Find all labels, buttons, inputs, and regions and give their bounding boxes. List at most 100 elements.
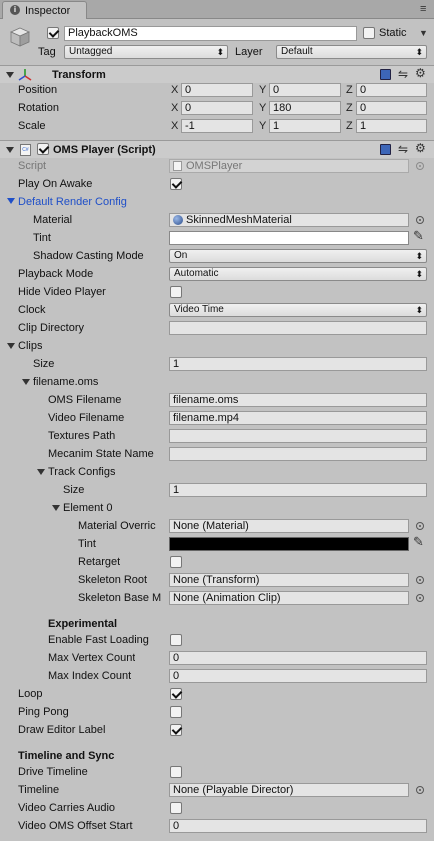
transform-header[interactable]: Transform ⇋ ⚙: [0, 65, 434, 83]
tag-dropdown[interactable]: Untagged ⬍: [64, 45, 228, 59]
draw-editor-checkbox[interactable]: [170, 724, 182, 736]
object-picker-icon[interactable]: [416, 576, 424, 584]
retarget-label: Retarget: [78, 556, 121, 568]
foldout-down-icon[interactable]: [6, 147, 14, 153]
rotation-x-field[interactable]: 0: [181, 101, 253, 115]
ping-pong-checkbox[interactable]: [170, 706, 182, 718]
layer-label: Layer: [235, 46, 263, 58]
rotation-y-field[interactable]: 180: [269, 101, 341, 115]
clips-size-field[interactable]: 1: [169, 357, 427, 371]
scale-z-field[interactable]: 1: [356, 119, 427, 133]
tint-color-field[interactable]: [169, 231, 409, 245]
max-vertex-field[interactable]: 0: [169, 651, 427, 665]
playback-mode-dropdown[interactable]: Automatic ⬍: [169, 267, 427, 281]
material-value: SkinnedMeshMaterial: [186, 214, 292, 226]
video-offset-label: Video OMS Offset Start: [18, 820, 133, 832]
foldout-down-icon[interactable]: [52, 505, 60, 511]
help-book-icon[interactable]: [380, 144, 391, 155]
axis-x-label: X: [171, 120, 179, 132]
chevron-down-icon: ⬍: [415, 269, 423, 279]
clock-value: Video Time: [174, 304, 224, 315]
chevron-down-icon: ⬍: [415, 305, 423, 315]
drive-timeline-checkbox[interactable]: [170, 766, 182, 778]
scale-x-field[interactable]: -1: [181, 119, 253, 133]
rotation-z-field[interactable]: 0: [356, 101, 427, 115]
scale-y-field[interactable]: 1: [269, 119, 341, 133]
foldout-down-icon[interactable]: [37, 469, 45, 475]
play-on-awake-checkbox[interactable]: [170, 178, 182, 190]
material-field[interactable]: SkinnedMeshMaterial: [169, 213, 409, 227]
script-value: OMSPlayer: [186, 160, 243, 172]
track-configs-label[interactable]: Track Configs: [48, 465, 115, 479]
foldout-down-icon[interactable]: [7, 198, 15, 204]
object-picker-icon[interactable]: [416, 522, 424, 530]
gameobject-active-checkbox[interactable]: [47, 27, 59, 39]
render-config-label[interactable]: Default Render Config: [18, 195, 127, 209]
axis-x-label: X: [171, 84, 179, 96]
retarget-checkbox[interactable]: [170, 556, 182, 568]
video-audio-label: Video Carries Audio: [18, 802, 116, 814]
shadow-casting-dropdown[interactable]: On ⬍: [169, 249, 427, 263]
menu-icon[interactable]: ≡: [420, 3, 426, 15]
max-index-field[interactable]: 0: [169, 669, 427, 683]
skeleton-root-field[interactable]: None (Transform): [169, 573, 409, 587]
inspector-tab[interactable]: i Inspector: [2, 1, 87, 19]
mecanim-state-field[interactable]: [169, 447, 427, 461]
position-y-field[interactable]: 0: [269, 83, 341, 97]
element-label[interactable]: Element 0: [63, 501, 113, 515]
track-size-field[interactable]: 1: [169, 483, 427, 497]
hide-video-checkbox[interactable]: [170, 286, 182, 298]
skeleton-root-label: Skeleton Root: [78, 574, 148, 586]
eyedropper-icon[interactable]: ✎: [413, 229, 424, 242]
eyedropper-icon[interactable]: ✎: [413, 535, 424, 548]
clock-label: Clock: [18, 304, 46, 316]
timeline-field[interactable]: None (Playable Director): [169, 783, 409, 797]
clips-label[interactable]: Clips: [18, 339, 42, 353]
clip-item-label[interactable]: filename.oms: [33, 375, 98, 389]
object-picker-icon: [416, 162, 424, 170]
video-audio-checkbox[interactable]: [170, 802, 182, 814]
oms-filename-label: OMS Filename: [48, 394, 122, 406]
object-picker-icon[interactable]: [416, 216, 424, 224]
oms-filename-field[interactable]: filename.oms: [169, 393, 427, 407]
foldout-down-icon[interactable]: [6, 72, 14, 78]
position-z-field[interactable]: 0: [356, 83, 427, 97]
shadow-casting-value: On: [174, 250, 188, 261]
video-filename-field[interactable]: filename.mp4: [169, 411, 427, 425]
component-enabled-checkbox[interactable]: [37, 143, 49, 155]
fast-loading-checkbox[interactable]: [170, 634, 182, 646]
oms-player-header[interactable]: C# OMS Player (Script) ⇋ ⚙: [0, 140, 434, 158]
object-picker-icon[interactable]: [416, 786, 424, 794]
gameobject-name-field[interactable]: PlaybackOMS: [64, 26, 357, 41]
position-x-field[interactable]: 0: [181, 83, 253, 97]
video-offset-field[interactable]: 0: [169, 819, 427, 833]
max-vertex-label: Max Vertex Count: [48, 652, 136, 664]
preset-icon[interactable]: ⇋: [398, 143, 408, 155]
skeleton-base-field[interactable]: None (Animation Clip): [169, 591, 409, 605]
skeleton-base-label: Skeleton Base M: [78, 592, 162, 604]
preset-icon[interactable]: ⇋: [398, 68, 408, 80]
gear-icon[interactable]: ⚙: [415, 67, 426, 79]
static-checkbox[interactable]: [363, 27, 375, 39]
static-dropdown-arrow-icon[interactable]: ▼: [419, 27, 428, 39]
chevron-down-icon: ⬍: [415, 47, 423, 57]
help-book-icon[interactable]: [380, 69, 391, 80]
axis-y-label: Y: [259, 102, 267, 114]
transform-axis-icon: [18, 68, 32, 82]
textures-path-field[interactable]: [169, 429, 427, 443]
clock-dropdown[interactable]: Video Time ⬍: [169, 303, 427, 317]
layer-dropdown[interactable]: Default ⬍: [276, 45, 427, 59]
info-icon: i: [10, 5, 20, 15]
element-tint-color-field[interactable]: [169, 537, 409, 551]
material-override-label: Material Overric: [78, 520, 156, 532]
loop-checkbox[interactable]: [170, 688, 182, 700]
foldout-down-icon[interactable]: [7, 343, 15, 349]
clip-directory-field[interactable]: [169, 321, 427, 335]
axis-x-label: X: [171, 102, 179, 114]
material-override-field[interactable]: None (Material): [169, 519, 409, 533]
material-sphere-icon: [173, 215, 183, 225]
tint-label: Tint: [33, 232, 51, 244]
object-picker-icon[interactable]: [416, 594, 424, 602]
gear-icon[interactable]: ⚙: [415, 142, 426, 154]
foldout-down-icon[interactable]: [22, 379, 30, 385]
